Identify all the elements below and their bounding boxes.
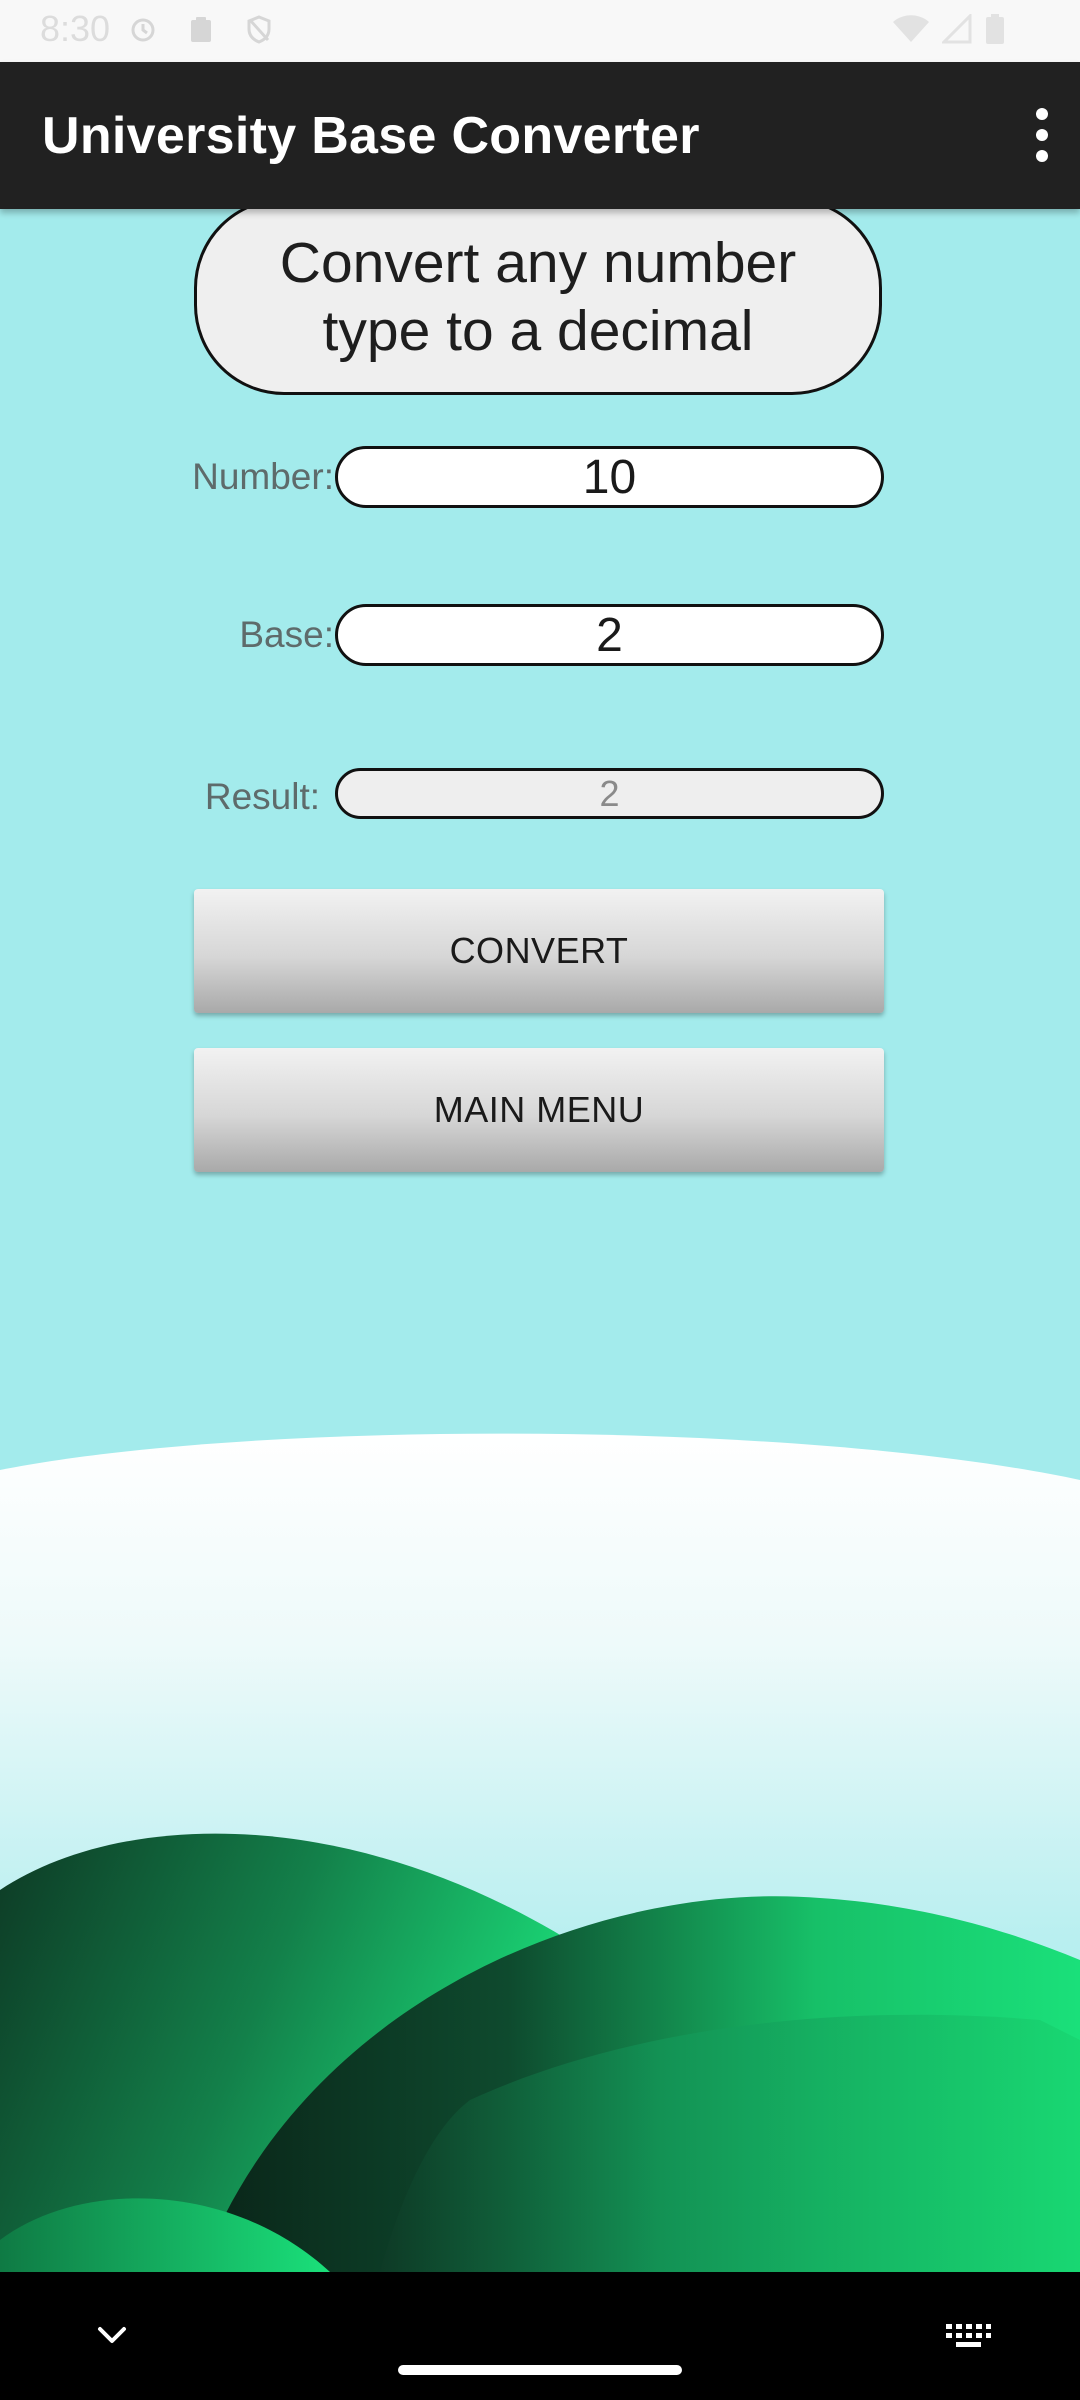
screen: 8:30 University Base Converter Convert a… <box>0 0 1080 2400</box>
app-bar: University Base Converter <box>0 62 1080 209</box>
base-input[interactable] <box>335 604 884 666</box>
main-menu-button[interactable]: MAIN MENU <box>194 1048 884 1172</box>
app-title: University Base Converter <box>42 107 700 165</box>
heading-box: Convert any number type to a decimal <box>194 198 882 395</box>
result-label: Result: <box>204 776 320 817</box>
keyboard-icon[interactable] <box>944 2312 992 2356</box>
converter-form: Convert any number type to a decimal Num… <box>0 0 1080 2272</box>
number-input[interactable] <box>335 446 884 508</box>
chevron-down-icon[interactable] <box>90 2312 134 2356</box>
more-vert-icon[interactable] <box>1000 102 1060 168</box>
home-handle[interactable] <box>398 2365 682 2375</box>
convert-button[interactable]: CONVERT <box>194 889 884 1013</box>
navigation-bar <box>0 2272 1080 2400</box>
number-label: Number: <box>192 456 334 497</box>
base-label: Base: <box>239 614 334 655</box>
result-field: 2 <box>335 768 884 819</box>
